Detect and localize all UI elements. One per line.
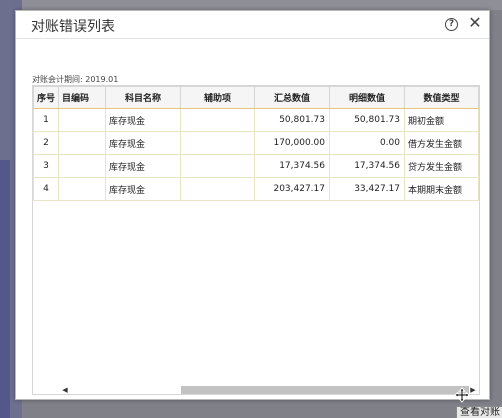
period-value: 2019.01	[85, 75, 119, 84]
col-header-value-type[interactable]: 数值类型	[404, 86, 479, 109]
scroll-right-arrow-icon[interactable]: ▶	[469, 386, 477, 394]
view-reconciliation-button[interactable]: 查看对账	[456, 406, 502, 418]
cell-detail-value: 17,374.56	[329, 154, 405, 178]
cell-detail-value: 0.00	[329, 131, 405, 155]
cell-value-type: 期初金额	[404, 108, 479, 132]
scroll-left-arrow-icon[interactable]: ◀	[61, 386, 69, 394]
col-header-account-code[interactable]: 目编码	[58, 86, 106, 109]
col-header-summary-value[interactable]: 汇总数值	[254, 86, 330, 109]
cell-summary-value: 170,000.00	[254, 131, 330, 155]
cell-summary-value: 50,801.73	[254, 108, 330, 132]
cell-index: 1	[33, 108, 59, 132]
cell-account-name: 库存现金	[105, 177, 181, 201]
dialog-title: 对账错误列表	[31, 19, 115, 35]
cell-index: 4	[33, 177, 59, 201]
move-cursor-icon	[454, 387, 470, 403]
cell-index: 2	[33, 131, 59, 155]
horizontal-scrollbar[interactable]: ◀ ▶	[33, 386, 479, 394]
background-left-strip	[0, 160, 10, 418]
cell-detail-value: 50,801.73	[329, 108, 405, 132]
reconciliation-period: 对账会计期间: 2019.01	[32, 74, 118, 85]
cell-account-code	[58, 177, 106, 201]
scrollbar-thumb[interactable]	[181, 386, 469, 394]
cell-auxiliary	[180, 131, 255, 155]
cell-account-code	[58, 131, 106, 155]
period-label: 对账会计期间:	[32, 75, 83, 84]
cell-value-type: 贷方发生金额	[404, 154, 479, 178]
table-header-row: 序号 目编码 科目名称 辅助项 汇总数值 明细数值 数值类型	[33, 86, 479, 109]
table-row[interactable]: 2 库存现金 170,000.00 0.00 借方发生金额	[33, 131, 479, 155]
cell-index: 3	[33, 154, 59, 178]
reconciliation-error-dialog: 对账错误列表 ? ✕ 对账会计期间: 2019.01 序号 目编码 科目名称 辅…	[15, 10, 490, 400]
close-icon[interactable]: ✕	[467, 14, 483, 32]
cell-auxiliary	[180, 154, 255, 178]
col-header-auxiliary[interactable]: 辅助项	[180, 86, 255, 109]
cell-value-type: 借方发生金额	[404, 131, 479, 155]
help-circle-icon[interactable]: ?	[445, 18, 458, 31]
cell-summary-value: 203,427.17	[254, 177, 330, 201]
cell-summary-value: 17,374.56	[254, 154, 330, 178]
col-header-account-name[interactable]: 科目名称	[105, 86, 181, 109]
error-table: 序号 目编码 科目名称 辅助项 汇总数值 明细数值 数值类型 1 库存现金 50…	[33, 86, 479, 201]
cell-account-code	[58, 108, 106, 132]
table-row[interactable]: 1 库存现金 50,801.73 50,801.73 期初金额	[33, 108, 479, 132]
cell-account-name: 库存现金	[105, 131, 181, 155]
col-header-detail-value[interactable]: 明细数值	[329, 86, 405, 109]
cell-detail-value: 33,427.17	[329, 177, 405, 201]
cell-account-name: 库存现金	[105, 108, 181, 132]
error-grid: 序号 目编码 科目名称 辅助项 汇总数值 明细数值 数值类型 1 库存现金 50…	[32, 85, 480, 395]
background-top-strip	[22, 0, 502, 10]
col-header-index[interactable]: 序号	[33, 86, 59, 109]
cell-value-type: 本期期末金额	[404, 177, 479, 201]
cell-account-code	[58, 154, 106, 178]
dialog-header: 对账错误列表 ? ✕	[16, 11, 489, 39]
cell-auxiliary	[180, 177, 255, 201]
cell-account-name: 库存现金	[105, 154, 181, 178]
table-row[interactable]: 4 库存现金 203,427.17 33,427.17 本期期末金额	[33, 177, 479, 201]
table-row[interactable]: 3 库存现金 17,374.56 17,374.56 贷方发生金额	[33, 154, 479, 178]
cell-auxiliary	[180, 108, 255, 132]
